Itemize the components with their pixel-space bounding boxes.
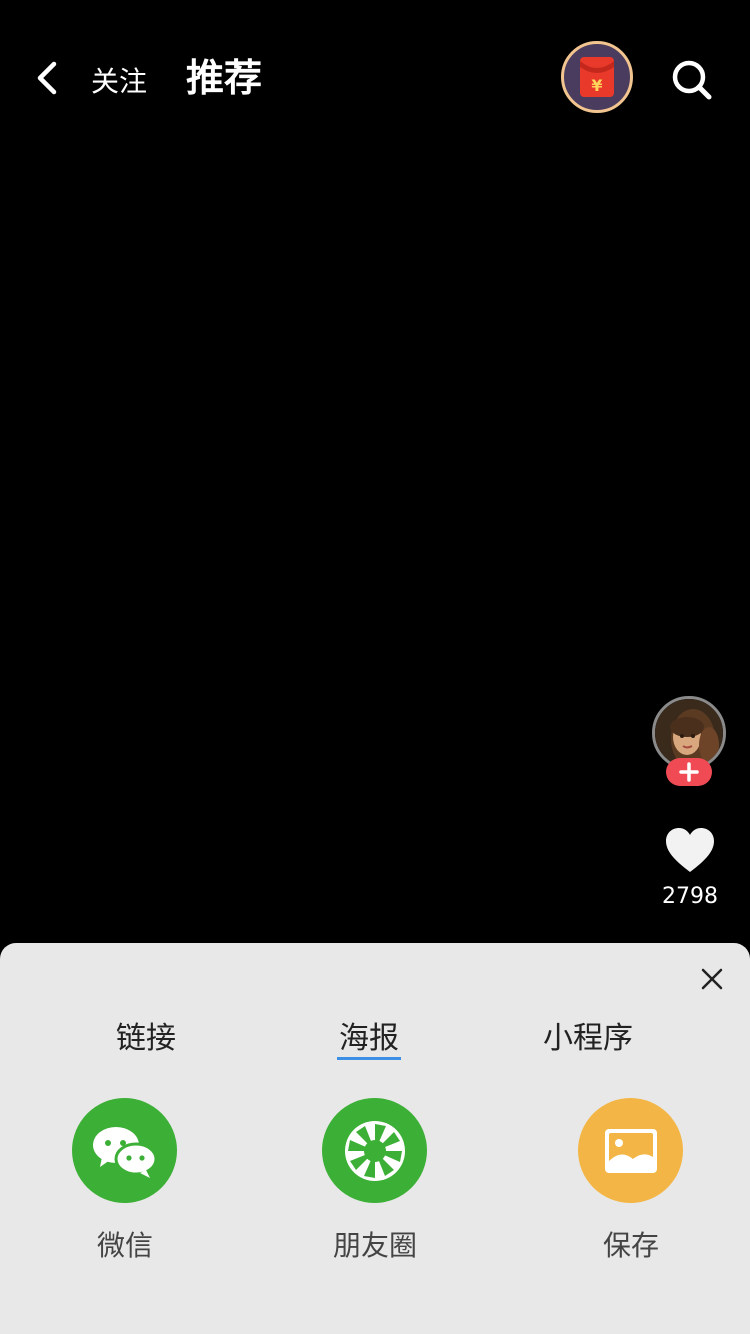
active-tab-underline <box>337 1057 401 1060</box>
wechat-circle <box>72 1098 177 1203</box>
tab-follow[interactable]: 关注 <box>91 62 147 102</box>
moments-circle <box>322 1098 427 1203</box>
heart-icon <box>666 828 714 872</box>
redpacket-symbol: ¥ <box>591 76 602 95</box>
follow-plus-button[interactable] <box>666 758 712 786</box>
moments-icon <box>344 1120 405 1181</box>
share-moments-label: 朋友圈 <box>332 1229 417 1262</box>
tab-link[interactable]: 链接 <box>116 1019 176 1063</box>
like-button[interactable] <box>660 822 720 878</box>
tab-mini-program[interactable]: 小程序 <box>543 1019 633 1063</box>
share-wechat-label: 微信 <box>96 1229 153 1262</box>
back-button[interactable] <box>22 50 72 106</box>
plus-icon <box>679 762 699 782</box>
creator-avatar-group <box>652 696 726 788</box>
image-save-icon <box>604 1128 657 1173</box>
search-button[interactable] <box>664 52 720 108</box>
like-count: 2798 <box>662 884 718 909</box>
tab-recommend[interactable]: 推荐 <box>186 52 262 104</box>
close-button[interactable] <box>692 959 732 999</box>
red-envelope-button[interactable]: ¥ <box>561 41 633 113</box>
video-feed-screen: 关注 推荐 ¥ 2798 链接 海报 小程序 微信 朋友圈 保存 <box>0 0 750 1334</box>
save-circle <box>578 1098 683 1203</box>
red-envelope-icon: ¥ <box>580 57 614 97</box>
close-icon <box>701 968 723 990</box>
wechat-icon <box>92 1126 157 1178</box>
chevron-left-icon <box>37 61 57 95</box>
avatar-image <box>655 699 723 767</box>
share-sheet: 链接 海报 小程序 微信 朋友圈 保存 <box>0 943 750 1334</box>
share-save-label: 保存 <box>602 1229 659 1262</box>
search-icon <box>672 60 712 100</box>
